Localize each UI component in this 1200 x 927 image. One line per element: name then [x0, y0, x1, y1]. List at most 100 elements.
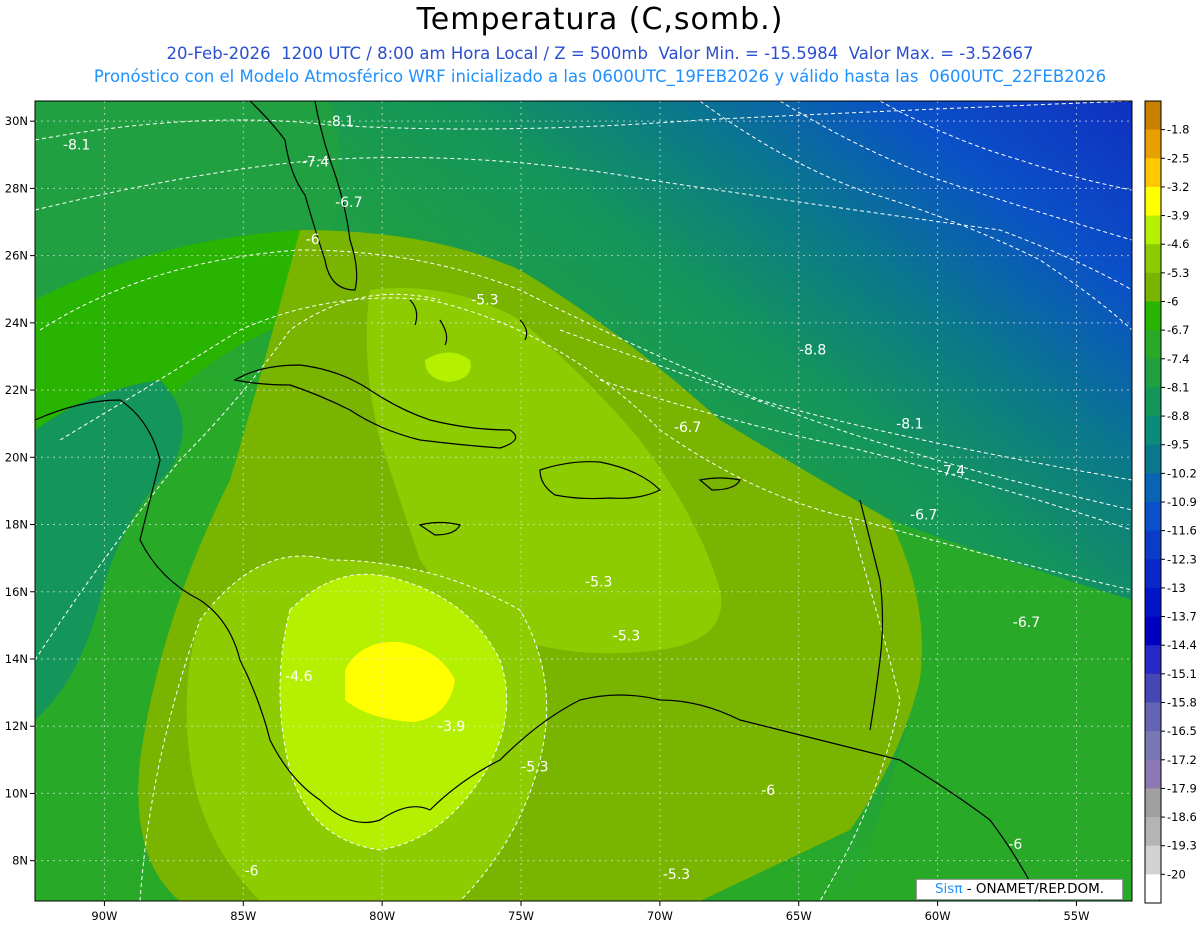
colorbar-swatch — [1145, 387, 1161, 417]
lon-tick-label: 60W — [925, 909, 951, 923]
credit-box: Sisπ - ONAMET/REP.DOM. — [916, 879, 1123, 900]
contour-label: -8.1 — [896, 417, 923, 433]
lat-tick-label: 22N — [5, 383, 28, 397]
colorbar-label: -8.1 — [1167, 380, 1189, 394]
temperature-map: 90W 85W 80W 75W 70W 65W 60W 55W 30N 28N 26N 24N 22N 2… — [5, 100, 1197, 923]
lat-tick-label: 28N — [5, 181, 28, 195]
colorbar-label: -11.6 — [1167, 524, 1197, 538]
lat-tick-label: 18N — [5, 518, 28, 532]
lon-tick-label: 90W — [91, 909, 117, 923]
colorbar-label: -6.7 — [1167, 323, 1189, 337]
contour-label: -8.1 — [63, 138, 90, 154]
contour-label: -6.7 — [910, 507, 937, 523]
colorbar-label: -14.4 — [1167, 638, 1197, 652]
lon-tick-label: 65W — [786, 909, 812, 923]
colorbar-swatch — [1145, 358, 1161, 388]
colorbar-swatch — [1145, 616, 1161, 646]
colorbar-swatch — [1145, 244, 1161, 274]
lon-tick-label: 85W — [230, 909, 256, 923]
colorbar-label: -2.5 — [1167, 151, 1189, 165]
colorbar-swatch — [1145, 301, 1161, 331]
lat-tick-label: 12N — [5, 719, 28, 733]
colorbar-label: -13.7 — [1167, 610, 1197, 624]
colorbar-swatch — [1145, 845, 1161, 875]
lon-tick-label: 75W — [508, 909, 534, 923]
colorbar-label: -19.3 — [1167, 839, 1197, 853]
colorbar-label: -3.9 — [1167, 209, 1189, 223]
colorbar-label: -1.8 — [1167, 123, 1189, 137]
colorbar-swatch — [1145, 587, 1161, 618]
contour-label: -5.3 — [613, 628, 640, 644]
colorbar-swatch — [1145, 416, 1161, 446]
colorbar-swatch — [1145, 330, 1161, 360]
contour-label: -5.3 — [585, 575, 612, 591]
colorbar-label: -7.4 — [1167, 352, 1189, 366]
colorbar-label: -5.3 — [1167, 266, 1189, 280]
contour-label: -8.8 — [799, 343, 826, 359]
colorbar-label: -13 — [1167, 581, 1186, 595]
colorbar-swatch — [1145, 874, 1161, 904]
colorbar-label: -10.9 — [1167, 495, 1197, 509]
colorbar-label: -4.6 — [1167, 237, 1189, 251]
lat-tick-label: 8N — [12, 854, 28, 868]
contour-label: -6 — [245, 864, 259, 880]
colorbar-label: -20 — [1167, 867, 1186, 881]
colorbar-swatch — [1145, 444, 1161, 474]
contour-label: -6 — [306, 232, 320, 248]
colorbar-label: -3.2 — [1167, 180, 1189, 194]
colorbar-swatch — [1145, 702, 1161, 732]
colorbar-label: -16.5 — [1167, 724, 1197, 738]
colorbar-swatch — [1145, 788, 1161, 818]
contour-label: -6 — [761, 783, 775, 799]
contour-label: -6.7 — [674, 420, 701, 436]
lat-tick-label: 16N — [5, 585, 28, 599]
lon-tick-label: 80W — [369, 909, 395, 923]
lat-tick-label: 20N — [5, 450, 28, 464]
colorbar-swatch — [1145, 502, 1161, 532]
lon-tick-label: 70W — [647, 909, 673, 923]
colorbar-swatch — [1145, 129, 1161, 159]
contour-label: -7.4 — [302, 155, 329, 171]
colorbar-swatch — [1145, 101, 1161, 131]
colorbar-swatch — [1145, 272, 1161, 302]
colorbar-swatch — [1145, 559, 1161, 589]
lat-tick-label: 10N — [5, 786, 28, 800]
contour-label: -7.4 — [938, 464, 965, 480]
colorbar: -1.8 -2.5 -3.2 -3.9 -4.6 -5.3 -6 -6.7 -7.4 -8.1 -8… — [1144, 100, 1197, 904]
colorbar-label: -17.9 — [1167, 781, 1197, 795]
colorbar-swatch — [1145, 817, 1161, 847]
colorbar-swatch — [1145, 158, 1161, 188]
contour-label: -6.7 — [1013, 615, 1040, 631]
colorbar-label: -10.2 — [1167, 466, 1197, 480]
colorbar-swatch — [1145, 186, 1161, 217]
credit-brand-prefix: Sis — [934, 881, 955, 897]
lat-tick-label: 24N — [5, 316, 28, 330]
colorbar-swatch — [1145, 673, 1161, 703]
contour-label: -5.3 — [471, 292, 498, 308]
colorbar-swatch — [1145, 530, 1161, 560]
lat-tick-label: 26N — [5, 249, 28, 263]
colorbar-label: -9.5 — [1167, 438, 1189, 452]
contour-label: -6 — [1008, 837, 1022, 853]
colorbar-swatch — [1145, 215, 1161, 245]
field-layer — [35, 101, 1132, 901]
colorbar-label: -12.3 — [1167, 552, 1197, 566]
colorbar-label: -6 — [1167, 295, 1178, 309]
lat-tick-label: 14N — [5, 652, 28, 666]
contour-label: -3.9 — [438, 719, 465, 735]
lat-tick-label: 30N — [5, 114, 28, 128]
contour-label: -8.1 — [327, 114, 354, 130]
contour-label: -6.7 — [335, 195, 362, 211]
lon-tick-label: 55W — [1063, 909, 1089, 923]
contour-label: -5.3 — [663, 867, 690, 883]
credit-text: - ONAMET/REP.DOM. — [962, 881, 1105, 897]
contour-label: -4.6 — [285, 669, 312, 685]
colorbar-swatch — [1145, 473, 1161, 503]
colorbar-swatch — [1145, 645, 1161, 675]
colorbar-swatch — [1145, 759, 1161, 789]
colorbar-label: -17.2 — [1167, 753, 1197, 767]
contour-label: -5.3 — [521, 760, 548, 776]
colorbar-label: -15.1 — [1167, 667, 1197, 681]
colorbar-label: -15.8 — [1167, 696, 1197, 710]
colorbar-label: -8.8 — [1167, 409, 1189, 423]
